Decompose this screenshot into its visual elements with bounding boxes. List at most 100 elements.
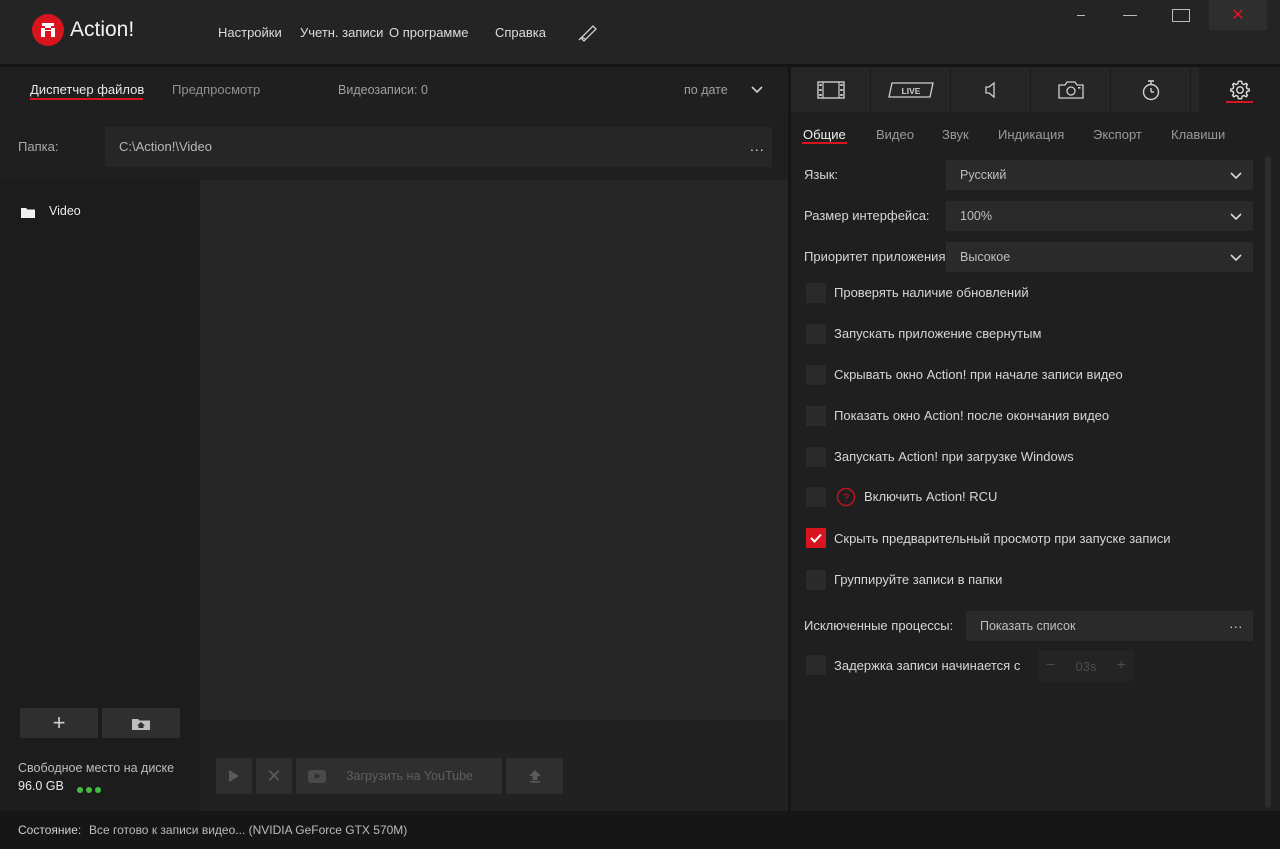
delay-decrease-button[interactable]: −: [1046, 657, 1055, 675]
checkbox-show-after-record[interactable]: [806, 406, 826, 426]
minimize-mini-button[interactable]: [1056, 0, 1106, 30]
help-icon[interactable]: ?: [836, 487, 856, 507]
chevron-down-icon: [1230, 213, 1242, 221]
maximize-icon: [1172, 8, 1190, 22]
enable-rcu-label: Включить Action! RCU: [864, 489, 998, 504]
panel-divider: [788, 67, 791, 811]
chevron-down-icon: [1230, 254, 1242, 262]
tab-preview[interactable]: Предпросмотр: [172, 82, 260, 97]
chevron-down-icon: [1230, 172, 1242, 180]
delay-value: 03s: [1075, 658, 1097, 674]
play-icon: [229, 770, 239, 782]
app-title: Action!: [70, 18, 135, 41]
menu-accounts[interactable]: Учетн. записи: [300, 25, 383, 40]
excluded-processes-label: Исключенные процессы:: [804, 618, 954, 633]
minimize-button[interactable]: [1105, 0, 1155, 30]
ui-size-value: 100%: [960, 209, 992, 223]
menu-help[interactable]: Справка: [495, 25, 546, 40]
folder-label: Папка:: [18, 139, 59, 154]
pen-icon[interactable]: [578, 22, 600, 42]
tree-item-video[interactable]: Video: [49, 204, 81, 218]
tab-settings[interactable]: [1199, 67, 1280, 112]
record-delay-label: Задержка записи начинается с: [834, 658, 1021, 673]
file-list-area: [200, 180, 788, 720]
check-updates-label: Проверять наличие обновлений: [834, 285, 1029, 300]
tab-audio[interactable]: [951, 67, 1031, 112]
add-folder-button[interactable]: +: [20, 708, 98, 738]
checkbox-check-updates[interactable]: [806, 283, 826, 303]
svg-text:?: ?: [843, 492, 849, 504]
subtab-sound[interactable]: Звук: [942, 127, 969, 142]
tab-screenshot[interactable]: [1031, 67, 1111, 112]
subtab-hotkeys[interactable]: Клавиши: [1171, 127, 1225, 142]
settings-scrollbar[interactable]: [1265, 156, 1271, 808]
group-folders-label: Группируйте записи в папки: [834, 572, 1003, 587]
timer-icon: [1142, 79, 1159, 100]
excluded-processes-more-button[interactable]: ...: [1230, 617, 1243, 631]
checkbox-enable-rcu[interactable]: [806, 487, 826, 507]
menu-about[interactable]: О программе: [389, 25, 469, 40]
sort-dropdown[interactable]: по дате: [684, 83, 728, 97]
sound-icon: [984, 81, 995, 98]
language-label: Язык:: [804, 167, 838, 182]
tab-video-recording[interactable]: [791, 67, 871, 112]
active-subtab-indicator: [802, 142, 847, 144]
status-label: Состояние:: [18, 823, 82, 837]
subtab-general[interactable]: Общие: [803, 127, 846, 142]
checkbox-hide-on-record[interactable]: [806, 365, 826, 385]
subtab-indication[interactable]: Индикация: [998, 127, 1064, 142]
ui-size-label: Размер интерфейса:: [804, 208, 930, 223]
checkbox-record-delay[interactable]: [806, 655, 826, 675]
close-button[interactable]: ✕: [1209, 0, 1267, 30]
chevron-down-icon[interactable]: [750, 82, 764, 96]
film-icon: [816, 80, 845, 99]
gear-icon: [1229, 79, 1250, 100]
hide-on-record-label: Скрывать окно Action! при начале записи …: [834, 367, 1123, 382]
browse-folder-button[interactable]: ...: [750, 138, 765, 154]
priority-label: Приоритет приложения: [804, 249, 946, 264]
upload-youtube-label: Загрузить на YouTube: [346, 769, 473, 783]
tab-file-manager[interactable]: Диспетчер файлов: [30, 82, 144, 97]
delete-button[interactable]: ✕: [256, 758, 292, 794]
checkbox-start-minimized[interactable]: [806, 324, 826, 344]
checkbox-start-with-windows[interactable]: [806, 447, 826, 467]
camera-icon: [1057, 80, 1084, 99]
upload-youtube-button[interactable]: Загрузить на YouTube: [296, 758, 502, 794]
subtab-export[interactable]: Экспорт: [1093, 127, 1142, 142]
delay-increase-button[interactable]: +: [1117, 657, 1126, 675]
priority-select[interactable]: Высокое: [946, 242, 1253, 272]
folder-path-value: C:\Action!\Video: [119, 139, 212, 154]
language-value: Русский: [960, 168, 1007, 182]
checkbox-group-folders[interactable]: [806, 570, 826, 590]
svg-text:LIVE: LIVE: [901, 86, 920, 96]
play-button[interactable]: [216, 758, 252, 794]
excluded-processes-field[interactable]: Показать список ...: [966, 611, 1253, 641]
checkbox-hide-preview[interactable]: [806, 528, 826, 548]
language-select[interactable]: Русский: [946, 160, 1253, 190]
active-tab-indicator: [30, 98, 143, 100]
priority-value: Высокое: [960, 250, 1011, 264]
ui-size-select[interactable]: 100%: [946, 201, 1253, 231]
delay-stepper[interactable]: − 03s +: [1038, 651, 1134, 681]
status-text: Все готово к записи видео... (NVIDIA GeF…: [89, 823, 408, 837]
start-with-windows-label: Запускать Action! при загрузке Windows: [834, 449, 1074, 464]
app-logo-icon: [32, 14, 64, 46]
live-icon: LIVE: [887, 81, 934, 98]
free-space-value: 96.0 GB: [18, 779, 64, 793]
tab-timer[interactable]: [1111, 67, 1191, 112]
upload-icon: [528, 770, 541, 783]
upload-button[interactable]: [506, 758, 563, 794]
free-space-label: Свободное место на диске: [18, 761, 175, 775]
menu-settings[interactable]: Настройки: [218, 25, 282, 40]
minimize-icon: [1123, 14, 1137, 16]
maximize-button[interactable]: [1156, 0, 1206, 30]
subtab-video[interactable]: Видео: [876, 127, 914, 142]
show-after-record-label: Показать окно Action! после окончания ви…: [834, 408, 1110, 423]
hide-preview-label: Скрыть предварительный просмотр при запу…: [834, 531, 1171, 546]
minimize-mini-icon: [1077, 14, 1085, 16]
youtube-icon: [308, 769, 326, 783]
checkmark-icon: [810, 533, 822, 543]
start-minimized-label: Запускать приложение свернутым: [834, 326, 1042, 341]
open-folder-button[interactable]: [102, 708, 180, 738]
tab-live-stream[interactable]: LIVE: [871, 67, 951, 112]
